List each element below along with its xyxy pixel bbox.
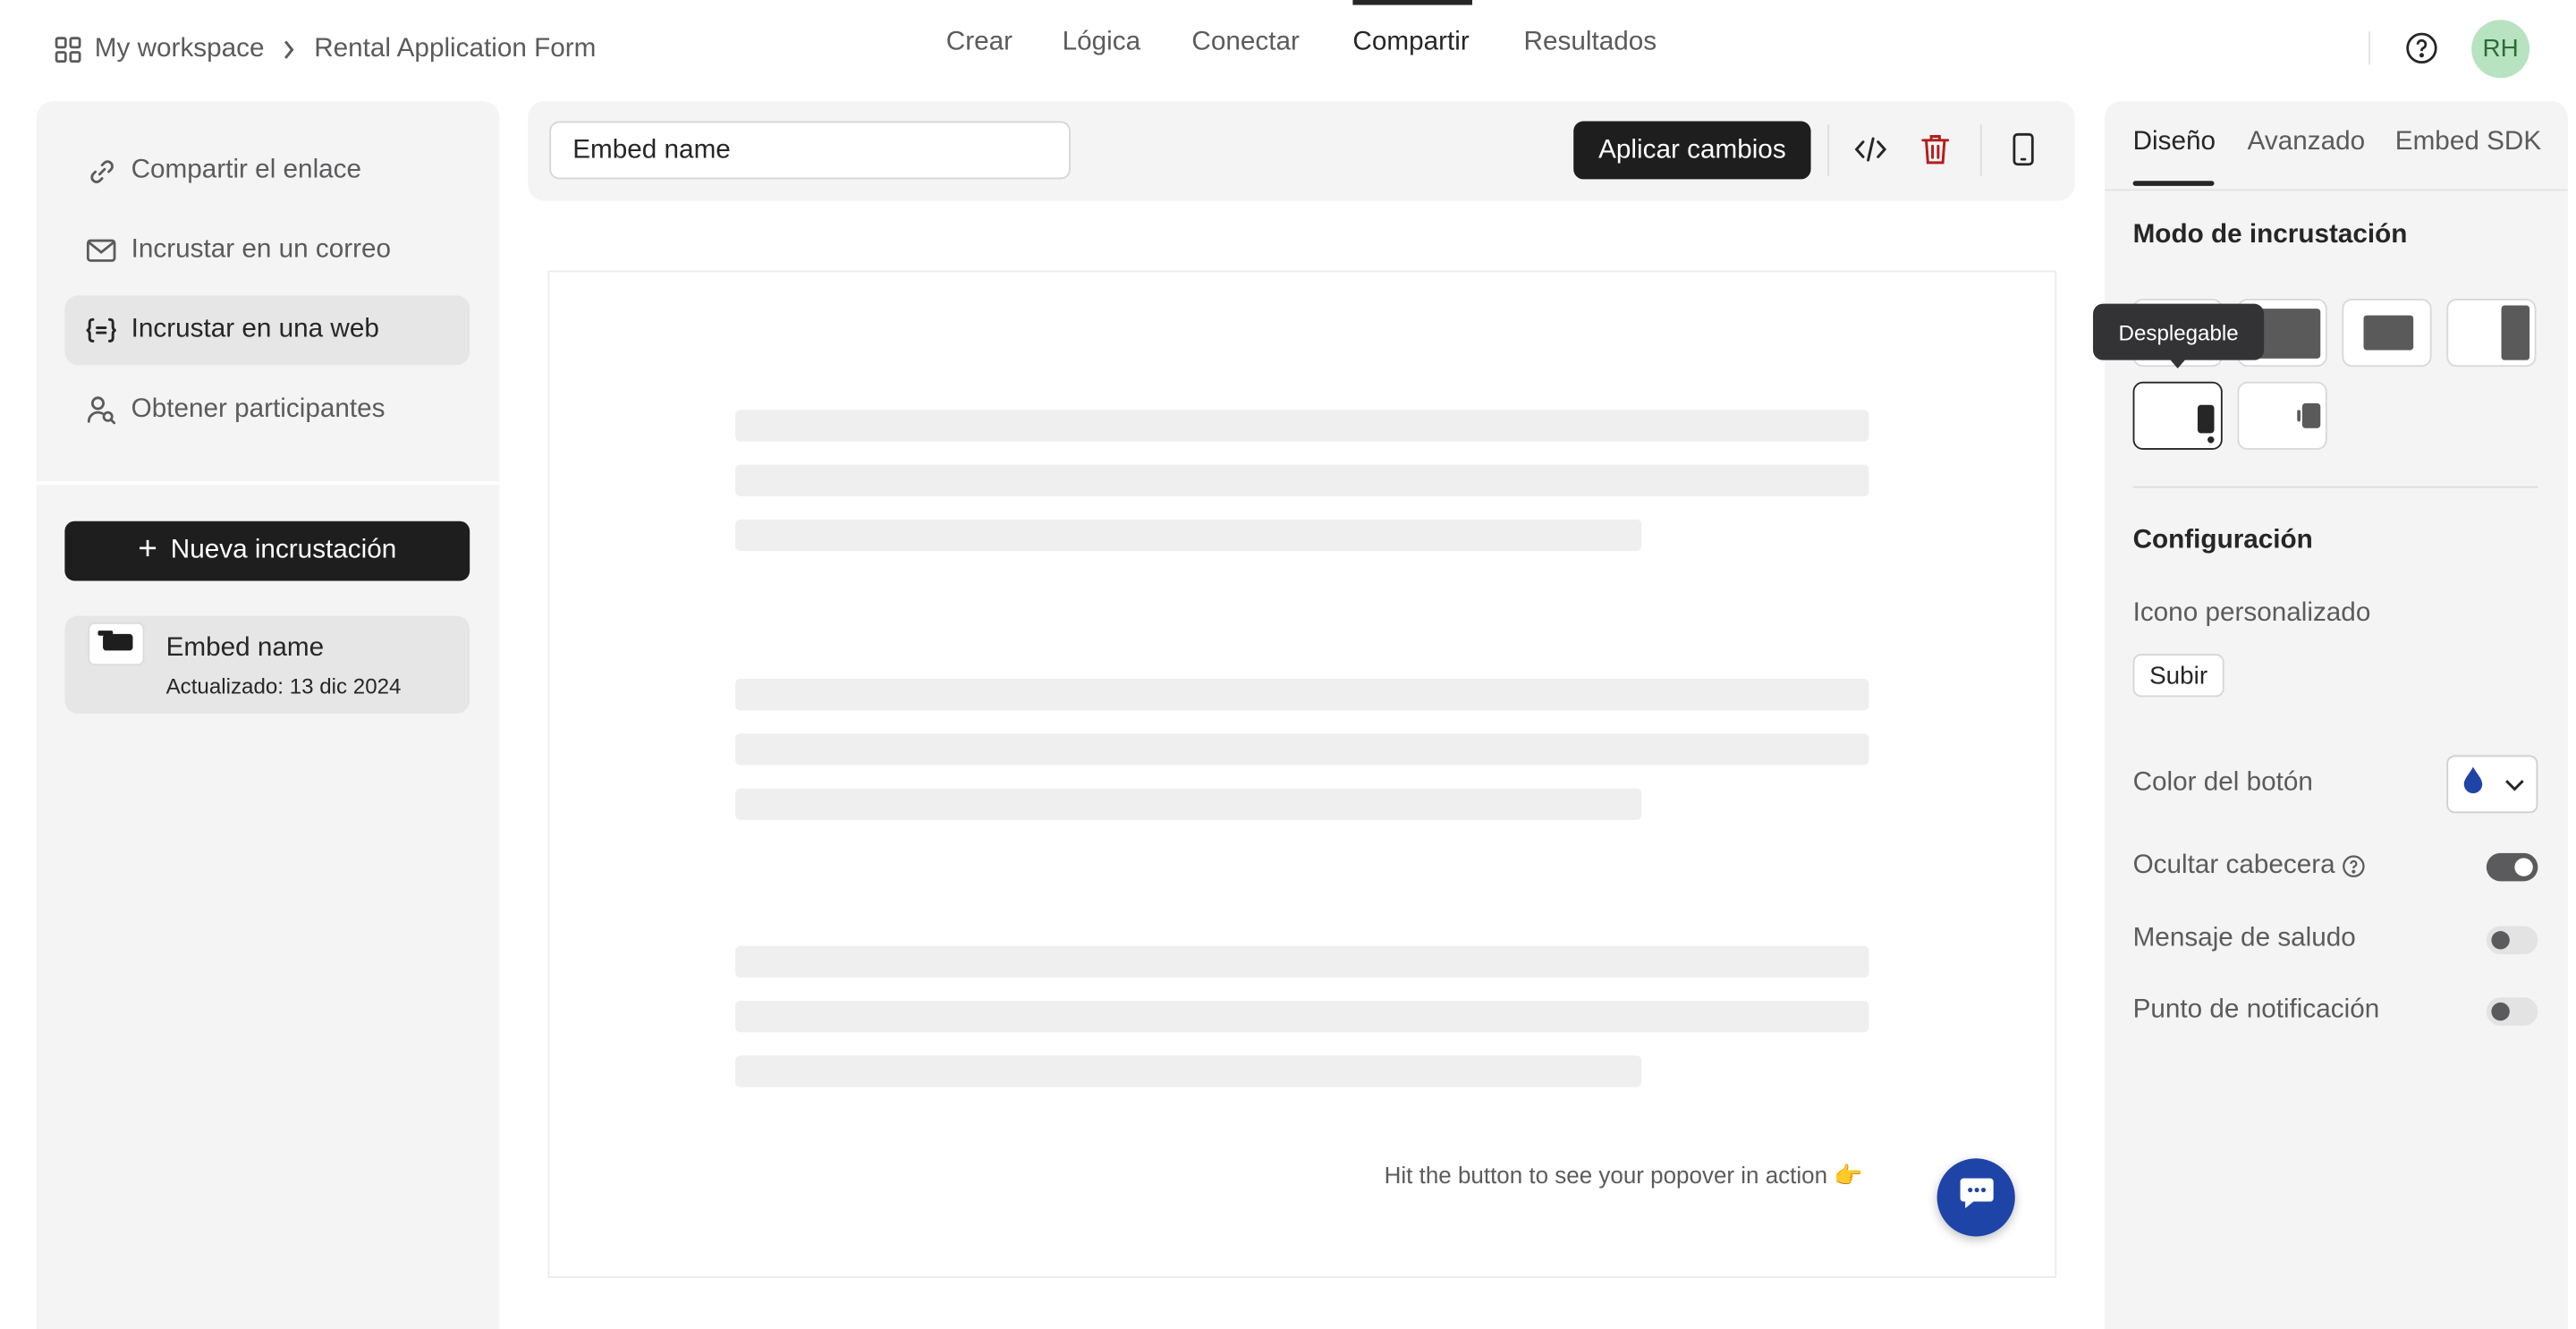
embed-mode-title: Modo de incrustación: [2132, 220, 2408, 250]
header-divider: [2368, 31, 2370, 65]
embed-item-title: Embed name: [165, 633, 325, 663]
mobile-preview-icon[interactable]: [2005, 131, 2042, 168]
popover-launcher-button[interactable]: [1936, 1158, 2015, 1237]
sidebar-divider: [36, 481, 500, 485]
hide-header-label: Ocultar cabecera: [2132, 851, 2335, 880]
tab-avanzado[interactable]: Avanzado: [2248, 128, 2366, 157]
nav-active-indicator: [1352, 0, 1473, 5]
settings-panel: [2105, 101, 2568, 1329]
code-brackets-icon: [86, 316, 116, 345]
custom-icon-label: Icono personalizado: [2132, 598, 2371, 628]
skeleton-line: [735, 788, 1642, 820]
breadcrumb-form-name[interactable]: Rental Application Form: [314, 35, 596, 64]
config-title: Configuración: [2132, 526, 2313, 554]
avatar[interactable]: RH: [2471, 20, 2530, 79]
embed-thumbnail-icon: [88, 622, 145, 666]
toolbar-divider: [1979, 124, 1982, 176]
mode-tooltip: Desplegable: [2093, 303, 2265, 360]
trash-icon[interactable]: [1917, 131, 1953, 168]
code-icon[interactable]: [1852, 131, 1889, 168]
sidebar-item-label: Incrustar en una web: [131, 315, 379, 344]
sidebar-item-embed-web[interactable]: Incrustar en una web: [64, 295, 470, 366]
mode-popover[interactable]: [2132, 381, 2223, 450]
skeleton-line: [735, 464, 1869, 496]
grid-icon[interactable]: [55, 37, 81, 63]
embed-list-item[interactable]: Embed name Actualizado: 13 dic 2024: [64, 615, 470, 714]
color-drop-icon: [2462, 765, 2485, 803]
skeleton-line: [735, 945, 1869, 978]
greeting-toggle[interactable]: [2486, 926, 2538, 955]
notification-dot-toggle[interactable]: [2486, 997, 2538, 1026]
tab-diseno[interactable]: Diseño: [2133, 128, 2216, 157]
new-embed-button[interactable]: + Nueva incrustación: [64, 521, 470, 581]
apply-changes-button[interactable]: Aplicar cambios: [1573, 121, 1811, 180]
mode-popup[interactable]: [2342, 299, 2432, 368]
link-icon: [86, 156, 115, 185]
preview-hint: Hit the button to see your popover in ac…: [1384, 1161, 1863, 1189]
nav-tab-crear[interactable]: Crear: [946, 29, 1013, 58]
breadcrumb-workspace[interactable]: My workspace: [95, 35, 265, 64]
info-icon[interactable]: [2342, 855, 2365, 878]
help-icon[interactable]: [2405, 31, 2438, 64]
user-search-icon: [86, 395, 116, 425]
chevron-down-icon: [2504, 769, 2524, 799]
hide-header-toggle[interactable]: [2486, 852, 2538, 882]
skeleton-line: [735, 410, 1869, 442]
button-color-select[interactable]: [2446, 755, 2538, 814]
skeleton-line: [735, 678, 1869, 711]
notification-dot-label: Punto de notificación: [2132, 995, 2380, 1024]
sidebar-item-label: Incrustar en un correo: [131, 235, 392, 265]
skeleton-line: [735, 1055, 1642, 1088]
toolbar-divider: [1827, 124, 1829, 176]
nav-tab-logica[interactable]: Lógica: [1063, 29, 1141, 58]
nav-tab-resultados[interactable]: Resultados: [1524, 29, 1657, 58]
chat-bubble-icon: [1958, 1177, 1995, 1218]
skeleton-line: [735, 733, 1869, 766]
upload-icon-button[interactable]: Subir: [2132, 654, 2224, 698]
skeleton-line: [735, 1000, 1869, 1033]
mail-icon: [86, 236, 116, 266]
greeting-label: Mensaje de saludo: [2132, 924, 2356, 953]
tab-active-indicator: [2132, 181, 2215, 186]
sidebar-item-embed-email[interactable]: Incrustar en un correo: [64, 216, 470, 285]
button-color-label: Color del botón: [2132, 768, 2313, 797]
sidebar-item-label: Obtener participantes: [131, 394, 386, 424]
tooltip-arrow: [2167, 356, 2188, 368]
plus-icon: +: [138, 530, 157, 568]
nav-tab-compartir[interactable]: Compartir: [1352, 29, 1469, 58]
hide-header-row: Ocultar cabecera: [2133, 851, 2366, 881]
tab-embed-sdk[interactable]: Embed SDK: [2395, 128, 2541, 157]
chevron-right-icon: [283, 40, 296, 60]
embed-item-date: Actualizado: 13 dic 2024: [165, 673, 402, 699]
embed-name-input[interactable]: [549, 121, 1071, 180]
sidebar-item-share-link[interactable]: Compartir el enlace: [64, 136, 470, 206]
mode-side-tab[interactable]: [2237, 381, 2327, 450]
sidebar-item-label: Compartir el enlace: [131, 156, 362, 184]
breadcrumb: My workspace Rental Application Form: [55, 31, 596, 68]
mode-slider[interactable]: [2446, 299, 2537, 368]
nav-tab-conectar[interactable]: Conectar: [1191, 29, 1299, 58]
skeleton-line: [735, 519, 1642, 552]
settings-divider: [2132, 486, 2538, 488]
sidebar-item-get-participants[interactable]: Obtener participantes: [64, 375, 470, 444]
